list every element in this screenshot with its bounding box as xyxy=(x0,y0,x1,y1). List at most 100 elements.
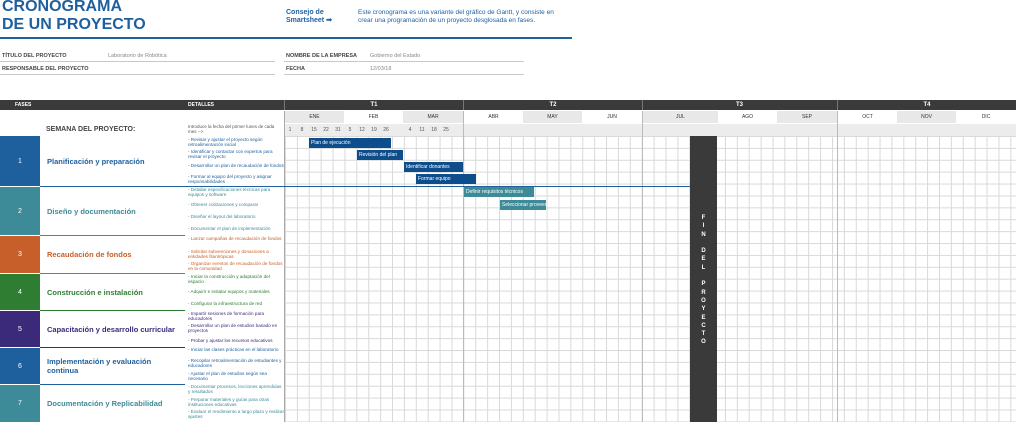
project-end-marker: FIN DEL PROYECTO xyxy=(690,136,717,422)
phase-number: 3 xyxy=(0,236,40,273)
task-item: - Diseñar el layout del laboratorio xyxy=(188,214,256,219)
task-item: - Documentar el plan de implementación xyxy=(188,226,271,231)
task-item: - Revisar y ajustar el proyecto según re… xyxy=(188,137,263,148)
week-number: 26 xyxy=(383,127,389,133)
phases-column-header: FASES xyxy=(15,102,32,108)
phase-number: 7 xyxy=(0,385,40,422)
phase-name: Diseño y documentación xyxy=(47,206,136,216)
project-title-value[interactable]: Laboratorio de Robótica xyxy=(108,53,167,59)
quarter-t3: T3 xyxy=(735,101,743,108)
task-item: - Probar y ajustar los recursos educativ… xyxy=(188,338,273,343)
title-divider xyxy=(0,37,572,39)
week-number: 5 xyxy=(348,127,352,133)
month-apr: ABR xyxy=(464,111,523,123)
month-dec: DIC xyxy=(956,111,1016,123)
meta-divider xyxy=(284,61,524,62)
month-may: MAY xyxy=(523,111,582,123)
gantt-bar[interactable]: Definir requisitos técnicos xyxy=(464,187,534,197)
task-item: - Iniciar la construcción y adaptación d… xyxy=(188,274,270,285)
task-item: - Lanzar campañas de recaudación de fond… xyxy=(188,236,282,241)
grid-divider xyxy=(463,111,464,422)
task-item: - Formar al equipo del proyecto y asigna… xyxy=(188,174,272,185)
phase-name: Capacitación y desarrollo curricular xyxy=(47,324,175,334)
month-jul: JUL xyxy=(643,111,718,123)
week-number: 19 xyxy=(371,127,377,133)
details-column-header: DETALLES xyxy=(188,102,215,108)
project-manager-label: RESPONSABLE DEL PROYECTO xyxy=(2,66,89,72)
task-item: - Iniciar las clases prácticas en el lab… xyxy=(188,347,279,352)
gantt-bar[interactable]: Seleccionar proveedores xyxy=(500,200,546,210)
month-oct: OCT xyxy=(838,111,897,123)
week-strip xyxy=(643,124,837,136)
task-item: - Documentar procesos, lecciones aprendi… xyxy=(188,384,282,395)
tip-title-line-1: Consejo de xyxy=(286,9,324,16)
task-item: - Detallar especificaciones técnicas par… xyxy=(188,187,271,198)
project-week-label: SEMANA DEL PROYECTO: xyxy=(46,126,136,133)
month-feb: FEB xyxy=(344,111,403,123)
task-item: - Impartir sesiones de formación para ed… xyxy=(188,311,265,322)
gantt-bar[interactable]: Plan de ejecución xyxy=(309,138,391,148)
grid-divider xyxy=(837,111,838,422)
week-number: 4 xyxy=(408,127,412,133)
month-aug: AGO xyxy=(718,111,777,123)
week-number: 18 xyxy=(431,127,437,133)
tip-title-line-2: Smartsheet ➡ xyxy=(286,17,332,24)
task-item: - Adquirir e instalar equipos y material… xyxy=(188,289,270,294)
week-strip xyxy=(464,124,642,136)
company-label: NOMBRE DE LA EMPRESA xyxy=(286,53,357,59)
date-value[interactable]: 12/03/18 xyxy=(370,66,391,72)
quarter-t2: T2 xyxy=(549,101,557,108)
phase-name: Implementación y evaluación continua xyxy=(47,357,152,375)
tip-link[interactable]: Consejo de Smartsheet ➡ xyxy=(286,9,332,25)
month-mar: MAR xyxy=(403,111,463,123)
quarter-t4: T4 xyxy=(923,101,931,108)
task-item: - Identificar y contactar con expertos p… xyxy=(188,149,273,160)
meta-divider xyxy=(0,74,275,75)
task-item: - Solicitar subvenciones y donaciones a … xyxy=(188,249,269,260)
tip-text: Este cronograma es una variante del gráf… xyxy=(358,9,554,24)
task-item: - Ajustar el plan de estudios según sea … xyxy=(188,371,267,382)
phase-number: 6 xyxy=(0,348,40,384)
gantt-bar[interactable]: Identificar donantes xyxy=(404,162,463,172)
task-item: - Organizar eventos de recaudación de fo… xyxy=(188,261,283,272)
month-nov: NOV xyxy=(897,111,956,123)
intro-instruction: Introduce la fecha del primer lunes de c… xyxy=(188,124,275,134)
date-label: FECHA xyxy=(286,66,305,72)
phase-number: 4 xyxy=(0,274,40,310)
grid-divider xyxy=(284,111,285,422)
title-line-2: DE UN PROYECTO xyxy=(2,16,146,33)
task-item: - Desarrollar un plan de estudios basado… xyxy=(188,323,278,334)
title-line-1: CRONOGRAMA xyxy=(2,0,122,15)
month-sep: SEP xyxy=(777,111,837,123)
project-end-label: FIN DEL PROYECTO xyxy=(701,215,706,346)
grid-divider xyxy=(642,111,643,422)
month-jun: JUN xyxy=(582,111,642,123)
week-number: 31 xyxy=(335,127,341,133)
phase-number: 1 xyxy=(0,136,40,186)
phase-name: Planificación y preparación xyxy=(47,156,145,166)
phase-number: 5 xyxy=(0,311,40,347)
month-jan: ENE xyxy=(285,111,344,123)
task-item: - Evaluar el rendimiento a largo plazo y… xyxy=(188,409,285,420)
page-title: CRONOGRAMA DE UN PROYECTO xyxy=(2,0,146,34)
task-item: - Configurar la infraestructura de red xyxy=(188,301,263,306)
gantt-bar[interactable]: Formar equipo xyxy=(416,174,476,184)
phase-name: Documentación y Replicabilidad xyxy=(47,399,163,408)
week-number: 22 xyxy=(323,127,329,133)
task-item: - Preparar materiales y guías para otras… xyxy=(188,397,270,408)
meta-divider xyxy=(0,61,275,62)
week-strip xyxy=(838,124,1016,136)
week-number: 25 xyxy=(443,127,449,133)
gantt-bar[interactable]: Revisión del plan xyxy=(357,150,403,160)
phase-name: Recaudación de fondos xyxy=(47,250,132,259)
timeline-grid[interactable] xyxy=(285,136,1016,422)
phase-number: 2 xyxy=(0,187,40,235)
week-number: 8 xyxy=(300,127,304,133)
task-item: - Obtener cotizaciones y comparar xyxy=(188,202,259,207)
company-value[interactable]: Gobierno del Estado xyxy=(370,53,420,59)
week-number: 15 xyxy=(311,127,317,133)
week-number: 1 xyxy=(288,127,292,133)
week-number: 11 xyxy=(419,127,425,133)
phase-name: Construcción e instalación xyxy=(47,287,143,297)
meta-divider xyxy=(284,74,524,75)
